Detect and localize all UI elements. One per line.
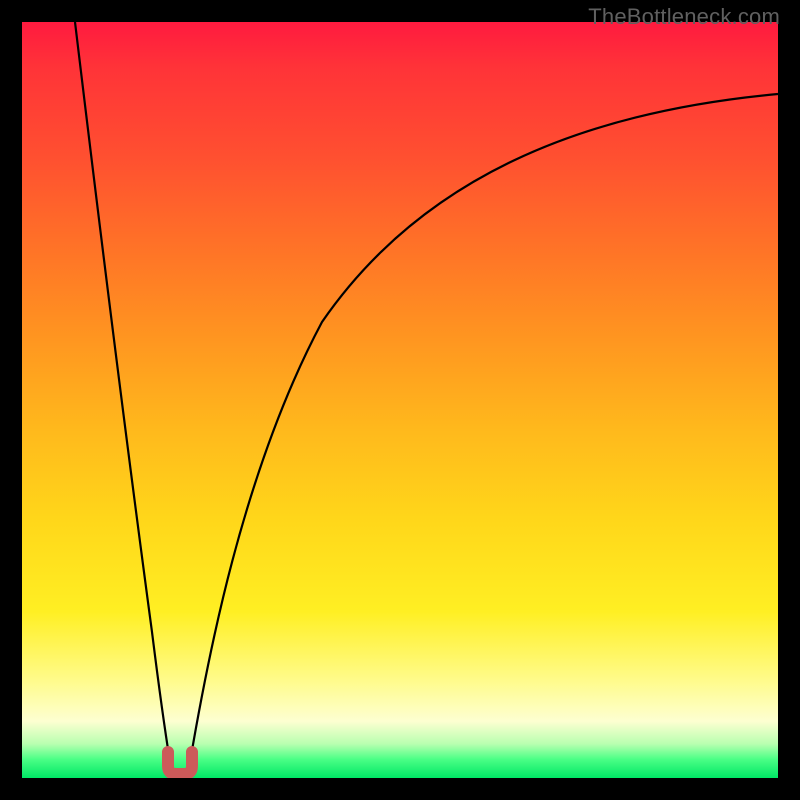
watermark-text: TheBottleneck.com	[588, 4, 780, 30]
outer-frame: TheBottleneck.com	[0, 0, 800, 800]
plot-area	[22, 22, 778, 778]
curve-left-branch	[75, 22, 170, 762]
optimal-u-marker	[168, 752, 192, 774]
curve-right-branch	[190, 94, 778, 762]
bottleneck-curve	[22, 22, 778, 778]
